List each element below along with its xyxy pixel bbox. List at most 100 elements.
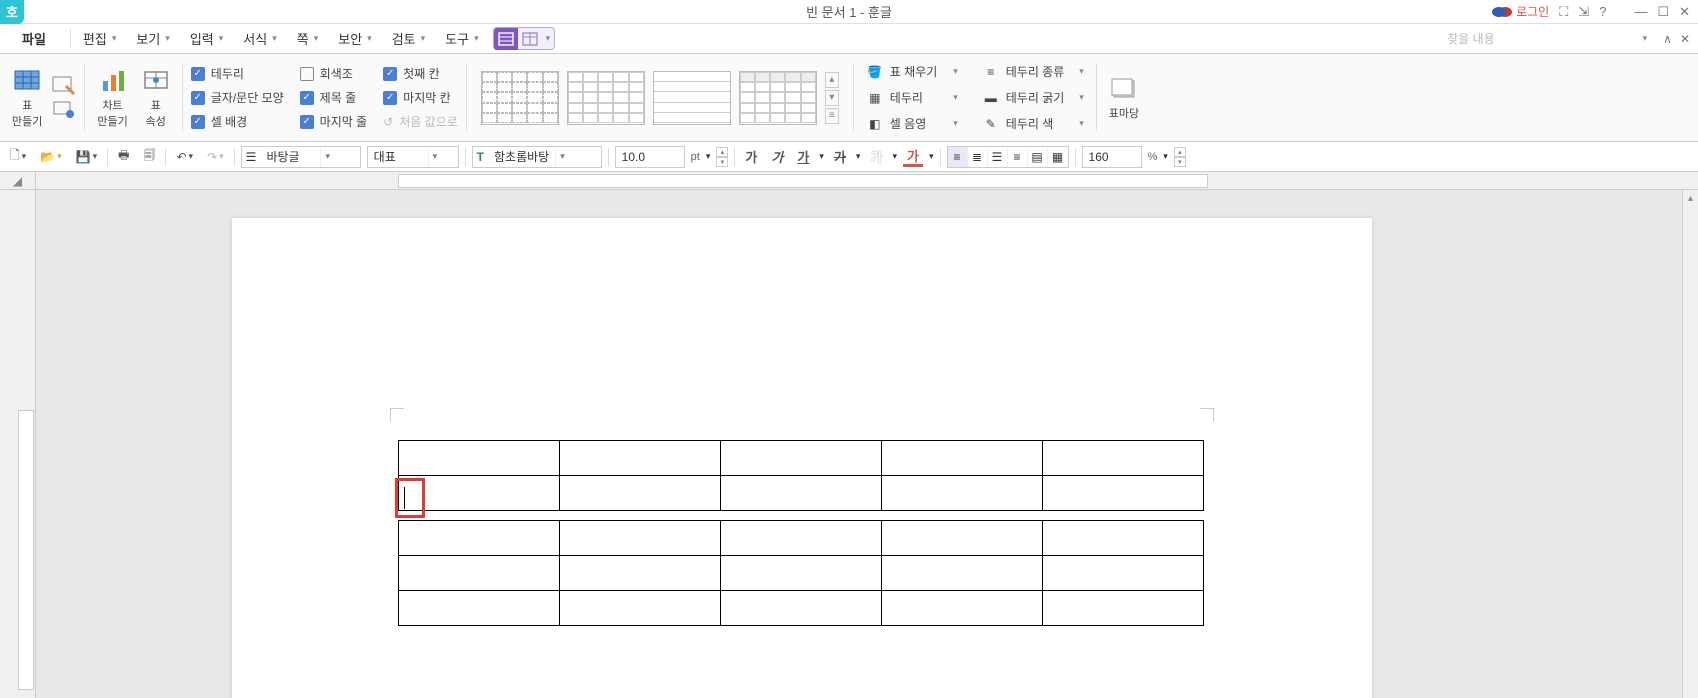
app-icon: 호 (0, 0, 24, 24)
border-weight-option[interactable]: ▬테두리 굵기▾ (978, 86, 1088, 110)
shrink-icon[interactable]: ⇲ (1578, 4, 1589, 20)
table-style-4[interactable] (739, 71, 817, 125)
window-title: 빈 문서 1 - 훈글 (806, 2, 892, 21)
align-left[interactable]: ≣ (968, 147, 988, 167)
document-canvas[interactable] (36, 190, 1698, 698)
menu-bar: 파일 편집▾ 보기▾ 입력▾ 서식▾ 쪽▾ 보안▾ 검토▾ 도구▾ ▾ 찾을 내… (0, 24, 1698, 54)
check-char-para[interactable]: ✓글자/문단 모양 (191, 87, 284, 109)
search-placeholder: 찾을 내용 (1447, 30, 1495, 47)
table-style-3[interactable] (653, 71, 731, 125)
style-combo[interactable]: ☰바탕글▾ (241, 146, 361, 168)
shading-option[interactable]: ◧셀 음영▾ (862, 112, 962, 136)
table-wizard-icon[interactable] (52, 76, 76, 96)
table-tab-icon-2 (518, 28, 542, 50)
align-dist[interactable]: ▤ (1028, 147, 1048, 167)
menu-review[interactable]: 검토▾ (382, 24, 435, 53)
reset-defaults: ↺처음 값으로 (383, 111, 458, 133)
ruler-corner: ◢ (0, 172, 36, 190)
border-color-option[interactable]: ✎테두리 색▾ (978, 112, 1088, 136)
ribbon-close-icon[interactable]: ✕ (1680, 32, 1690, 46)
menu-view[interactable]: 보기▾ (126, 24, 179, 53)
table-template-button[interactable]: 표마당 (1105, 73, 1143, 123)
fill-option[interactable]: 🪣표 채우기▾ (862, 60, 962, 84)
font-size-unit: pt (691, 151, 700, 163)
close-button[interactable]: ✕ (1679, 4, 1690, 20)
vertical-scrollbar[interactable]: ▴ (1682, 190, 1698, 698)
style-more[interactable]: ≡ (825, 108, 839, 124)
minimize-button[interactable]: — (1634, 4, 1647, 19)
size-down[interactable]: ▾ (716, 157, 728, 167)
line-spacing-unit: % (1148, 151, 1158, 163)
style-prev[interactable]: ▴ (825, 72, 839, 88)
check-cell-bg[interactable]: ✓셀 배경 (191, 111, 284, 133)
page (232, 218, 1372, 698)
table-props-button[interactable]: 표 속성 (138, 65, 174, 131)
margin-mark-tl (390, 408, 404, 422)
menu-security[interactable]: 보안▾ (328, 24, 381, 53)
table-create-button[interactable]: 표 만들기 (8, 65, 46, 131)
workspace: ▴ (0, 190, 1698, 698)
style-next[interactable]: ▾ (825, 90, 839, 106)
align-dist2[interactable]: ▦ (1048, 147, 1068, 167)
undo-button[interactable]: ↶▾ (172, 148, 197, 166)
check-last-col[interactable]: ✓마지막 칸 (383, 87, 458, 109)
ls-down[interactable]: ▾ (1174, 157, 1186, 167)
table-tab-dropdown[interactable]: ▾ (542, 33, 555, 44)
check-grayscale[interactable]: 회색조 (300, 63, 368, 85)
align-center[interactable]: ☰ (988, 147, 1008, 167)
document-table-1[interactable] (398, 440, 1204, 626)
rep-combo[interactable]: 대표▾ (367, 146, 459, 168)
font-combo[interactable]: T함초롬바탕▾ (472, 146, 602, 168)
ribbon: 표 만들기 차트 만들기 표 속성 ✓테두리 ✓글자/문단 모양 ✓셀 배경 (0, 54, 1698, 142)
active-cell-highlight (395, 478, 425, 518)
vertical-ruler[interactable] (0, 190, 36, 698)
check-first-col[interactable]: ✓첫째 칸 (383, 63, 458, 85)
check-header-row[interactable]: ✓제목 줄 (300, 87, 368, 109)
table-props-small-icon[interactable] (52, 100, 76, 120)
save-button[interactable]: 💾▾ (72, 148, 101, 166)
italic-button[interactable]: 가 (767, 147, 787, 167)
menu-file[interactable]: 파일 (0, 24, 68, 53)
new-doc-button[interactable]: 🗋▾ (6, 144, 30, 169)
table-style-gallery[interactable]: ▴ ▾ ≡ (475, 71, 845, 125)
menu-page[interactable]: 쪽▾ (287, 24, 329, 53)
font-size-combo[interactable]: 10.0 (615, 146, 685, 168)
scroll-up[interactable]: ▴ (1683, 190, 1698, 206)
horizontal-ruler[interactable] (36, 172, 1698, 190)
line-spacing-combo[interactable]: 160 (1082, 146, 1142, 168)
font-color-button[interactable]: 가 (903, 147, 923, 167)
menu-format[interactable]: 서식▾ (233, 24, 286, 53)
size-up[interactable]: ▴ (716, 147, 728, 157)
ribbon-collapse-icon[interactable]: ∧ (1663, 32, 1672, 46)
preview-button[interactable]: 🗐 (139, 144, 159, 169)
strike-button[interactable]: 가 (830, 147, 850, 167)
underline-button[interactable]: 가 (793, 147, 813, 167)
maximize-button[interactable]: ☐ (1657, 4, 1669, 20)
menu-input[interactable]: 입력▾ (180, 24, 233, 53)
menu-tool[interactable]: 도구▾ (435, 24, 488, 53)
check-last-row[interactable]: ✓마지막 줄 (300, 111, 368, 133)
bold-button[interactable]: 가 (741, 147, 761, 167)
menu-edit[interactable]: 편집▾ (73, 24, 126, 53)
border-option[interactable]: ▦테두리▾ (862, 86, 962, 110)
fullscreen-icon[interactable]: ⛶ (1559, 4, 1568, 20)
chart-create-button[interactable]: 차트 만들기 (93, 65, 131, 131)
ls-up[interactable]: ▴ (1174, 147, 1186, 157)
login-label: 로그인 (1516, 3, 1549, 20)
login-button[interactable]: 로그인 (1498, 3, 1549, 20)
table-style-1[interactable] (481, 71, 559, 125)
check-border[interactable]: ✓테두리 (191, 63, 284, 85)
align-right[interactable]: ≡ (1008, 147, 1028, 167)
outline-button[interactable]: 가 (866, 147, 886, 167)
border-type-option[interactable]: ≡테두리 종류▾ (978, 60, 1088, 84)
help-icon[interactable]: ? (1599, 4, 1606, 19)
table-context-tab[interactable]: ▾ (493, 27, 556, 50)
print-button[interactable]: 🖶 (114, 144, 133, 169)
margin-mark-tr (1200, 408, 1214, 422)
align-justify[interactable]: ≡ (948, 147, 968, 167)
redo-button[interactable]: ↷▾ (203, 148, 228, 166)
format-toolbar: 🗋▾ 📂▾ 💾▾ 🖶 🗐 ↶▾ ↷▾ ☰바탕글▾ 대표▾ T함초롬바탕▾ 10.… (0, 142, 1698, 172)
table-style-2[interactable] (567, 71, 645, 125)
open-button[interactable]: 📂▾ (36, 148, 65, 166)
search-box[interactable]: 찾을 내용 ▾ (1439, 24, 1655, 53)
